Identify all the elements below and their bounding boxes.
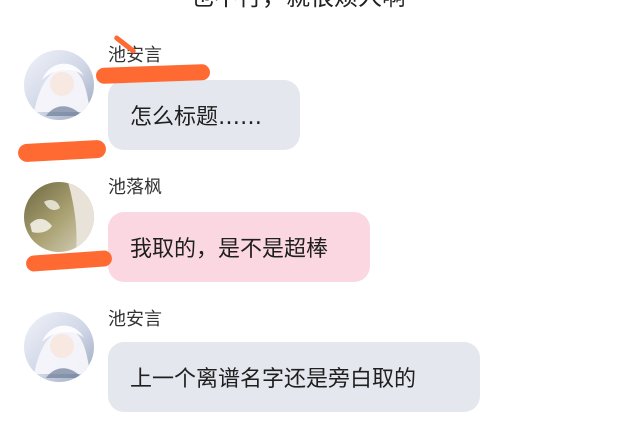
avatar-image xyxy=(24,312,94,382)
message-bubble[interactable]: 我取的，是不是超棒 xyxy=(108,212,370,282)
avatar[interactable] xyxy=(24,50,94,120)
message-bubble[interactable]: 上一个离谱名字还是旁白取的 xyxy=(108,342,480,412)
message-text: 怎么标题…… xyxy=(130,105,263,130)
chat-message: 池落枫 我取的，是不是超棒 xyxy=(0,178,640,298)
avatar-image xyxy=(24,182,94,252)
top-cut-text: 也不行，就很烦人啊 xyxy=(190,0,460,8)
sender-name: 池安言 xyxy=(108,309,162,330)
chat-message: 池安言 上一个离谱名字还是旁白取的 xyxy=(0,310,640,430)
avatar[interactable] xyxy=(24,312,94,382)
sender-name: 池落枫 xyxy=(108,177,162,198)
avatar[interactable] xyxy=(24,182,94,252)
avatar-image xyxy=(24,50,94,120)
message-text: 上一个离谱名字还是旁白取的 xyxy=(130,367,417,392)
message-text: 我取的，是不是超棒 xyxy=(130,237,329,262)
message-bubble[interactable]: 怎么标题…… xyxy=(108,80,300,150)
